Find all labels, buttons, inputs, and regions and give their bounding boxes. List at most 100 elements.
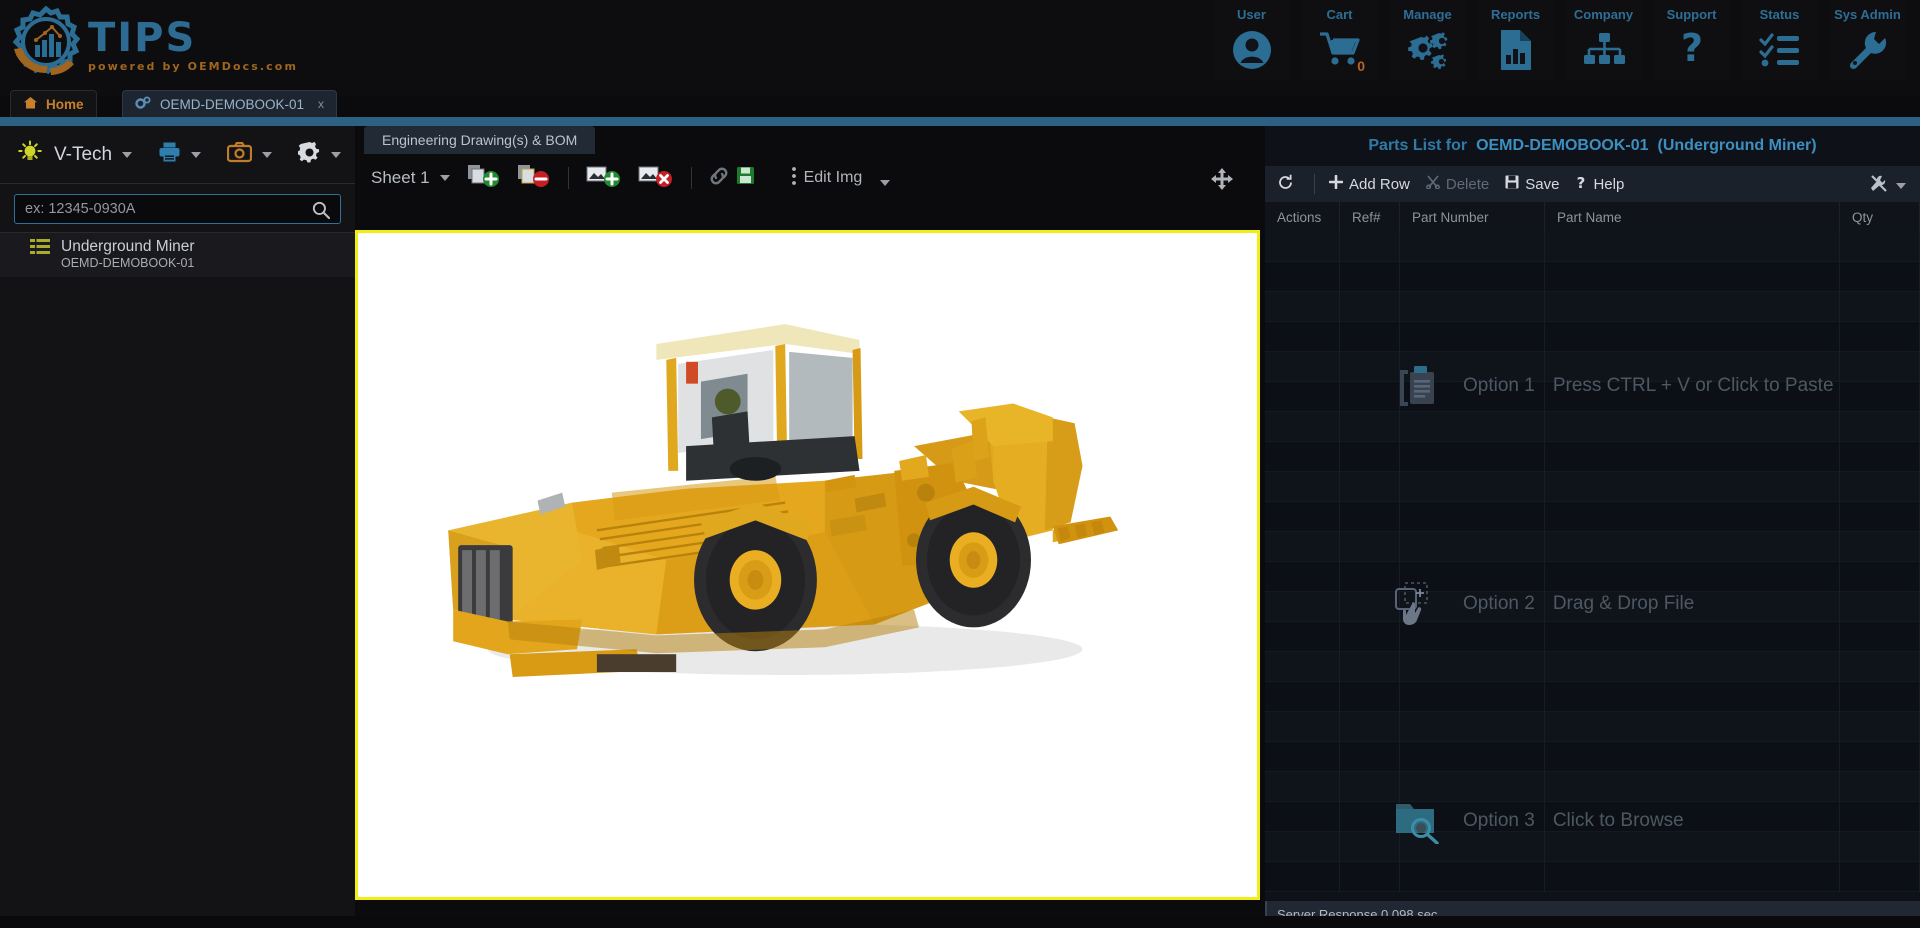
brand-logo-area[interactable]: TIPS powered by OEMDocs.com bbox=[8, 4, 298, 80]
table-cell[interactable] bbox=[1265, 562, 1340, 592]
table-cell[interactable] bbox=[1340, 652, 1400, 682]
table-cell[interactable] bbox=[1400, 292, 1545, 322]
table-cell[interactable] bbox=[1400, 832, 1545, 862]
table-cell[interactable] bbox=[1545, 772, 1840, 802]
table-row[interactable] bbox=[1265, 652, 1920, 682]
tab-engineering-drawings-bom[interactable]: Engineering Drawing(s) & BOM bbox=[364, 126, 596, 154]
table-cell[interactable] bbox=[1400, 862, 1545, 892]
save-button[interactable] bbox=[736, 166, 755, 190]
table-cell[interactable] bbox=[1840, 652, 1920, 682]
table-cell[interactable] bbox=[1265, 412, 1340, 442]
table-cell[interactable] bbox=[1840, 622, 1920, 652]
table-cell[interactable] bbox=[1400, 352, 1545, 382]
table-cell[interactable] bbox=[1340, 592, 1400, 622]
table-cell[interactable] bbox=[1400, 442, 1545, 472]
table-cell[interactable] bbox=[1265, 682, 1340, 712]
table-row[interactable] bbox=[1265, 622, 1920, 652]
delete-button[interactable]: Delete bbox=[1425, 175, 1489, 193]
table-cell[interactable] bbox=[1840, 862, 1920, 892]
table-cell[interactable] bbox=[1545, 412, 1840, 442]
move-arrows-icon[interactable] bbox=[1211, 168, 1233, 195]
table-cell[interactable] bbox=[1340, 472, 1400, 502]
table-cell[interactable] bbox=[1840, 742, 1920, 772]
table-cell[interactable] bbox=[1340, 802, 1400, 832]
table-cell[interactable] bbox=[1545, 562, 1840, 592]
tab-home[interactable]: Home bbox=[10, 90, 97, 117]
table-cell[interactable] bbox=[1400, 772, 1545, 802]
nav-item-cart[interactable]: Cart 0 bbox=[1301, 0, 1378, 80]
table-cell[interactable] bbox=[1400, 502, 1545, 532]
add-sheet-button[interactable] bbox=[466, 164, 500, 193]
table-cell[interactable] bbox=[1840, 292, 1920, 322]
table-cell[interactable] bbox=[1400, 382, 1545, 412]
table-cell[interactable] bbox=[1545, 532, 1840, 562]
table-row[interactable] bbox=[1265, 532, 1920, 562]
table-row[interactable] bbox=[1265, 232, 1920, 262]
table-cell[interactable] bbox=[1840, 262, 1920, 292]
table-row[interactable] bbox=[1265, 742, 1920, 772]
table-cell[interactable] bbox=[1545, 622, 1840, 652]
table-cell[interactable] bbox=[1400, 652, 1545, 682]
table-cell[interactable] bbox=[1340, 712, 1400, 742]
table-cell[interactable] bbox=[1840, 412, 1920, 442]
table-cell[interactable] bbox=[1340, 382, 1400, 412]
table-row[interactable] bbox=[1265, 502, 1920, 532]
table-row[interactable] bbox=[1265, 442, 1920, 472]
table-cell[interactable] bbox=[1265, 832, 1340, 862]
table-cell[interactable] bbox=[1400, 232, 1545, 262]
nav-item-reports[interactable]: Reports bbox=[1477, 0, 1554, 80]
nav-item-user[interactable]: User bbox=[1213, 0, 1290, 80]
search-box[interactable] bbox=[14, 194, 341, 224]
tab-oemd-demobook-01[interactable]: OEMD-DEMOBOOK-01 x bbox=[122, 90, 338, 117]
nav-item-company[interactable]: Company bbox=[1565, 0, 1642, 80]
table-cell[interactable] bbox=[1545, 442, 1840, 472]
table-cell[interactable] bbox=[1545, 712, 1840, 742]
add-image-button[interactable] bbox=[585, 164, 621, 193]
table-cell[interactable] bbox=[1340, 322, 1400, 352]
table-cell[interactable] bbox=[1840, 802, 1920, 832]
table-cell[interactable] bbox=[1340, 772, 1400, 802]
link-button[interactable] bbox=[708, 166, 730, 191]
remove-image-button[interactable] bbox=[637, 164, 673, 193]
table-cell[interactable] bbox=[1340, 562, 1400, 592]
drawing-canvas[interactable] bbox=[355, 230, 1301, 900]
table-cell[interactable] bbox=[1400, 322, 1545, 352]
table-cell[interactable] bbox=[1840, 682, 1920, 712]
table-cell[interactable] bbox=[1400, 682, 1545, 712]
table-cell[interactable] bbox=[1265, 802, 1340, 832]
table-cell[interactable] bbox=[1340, 232, 1400, 262]
table-row[interactable] bbox=[1265, 712, 1920, 742]
table-row[interactable] bbox=[1265, 682, 1920, 712]
table-cell[interactable] bbox=[1265, 352, 1340, 382]
nav-item-manage[interactable]: Manage bbox=[1389, 0, 1466, 80]
table-row[interactable] bbox=[1265, 772, 1920, 802]
table-row[interactable] bbox=[1265, 472, 1920, 502]
table-cell[interactable] bbox=[1840, 712, 1920, 742]
table-cell[interactable] bbox=[1545, 862, 1840, 892]
search-icon[interactable] bbox=[312, 201, 331, 224]
table-cell[interactable] bbox=[1265, 652, 1340, 682]
printer-icon-button[interactable] bbox=[158, 141, 202, 168]
table-cell[interactable] bbox=[1840, 472, 1920, 502]
table-cell[interactable] bbox=[1400, 802, 1545, 832]
table-cell[interactable] bbox=[1340, 442, 1400, 472]
table-cell[interactable] bbox=[1265, 712, 1340, 742]
table-cell[interactable] bbox=[1840, 382, 1920, 412]
table-cell[interactable] bbox=[1265, 262, 1340, 292]
table-cell[interactable] bbox=[1545, 682, 1840, 712]
table-cell[interactable] bbox=[1545, 292, 1840, 322]
table-row[interactable] bbox=[1265, 322, 1920, 352]
table-cell[interactable] bbox=[1265, 502, 1340, 532]
camera-icon-button[interactable] bbox=[226, 141, 273, 168]
table-cell[interactable] bbox=[1840, 442, 1920, 472]
table-cell[interactable] bbox=[1545, 382, 1840, 412]
nav-item-sys-admin[interactable]: Sys Admin bbox=[1829, 0, 1906, 80]
table-cell[interactable] bbox=[1340, 742, 1400, 772]
table-cell[interactable] bbox=[1400, 742, 1545, 772]
table-row[interactable] bbox=[1265, 592, 1920, 622]
table-row[interactable] bbox=[1265, 862, 1920, 892]
table-cell[interactable] bbox=[1265, 472, 1340, 502]
table-cell[interactable] bbox=[1840, 592, 1920, 622]
table-cell[interactable] bbox=[1400, 622, 1545, 652]
table-cell[interactable] bbox=[1840, 502, 1920, 532]
